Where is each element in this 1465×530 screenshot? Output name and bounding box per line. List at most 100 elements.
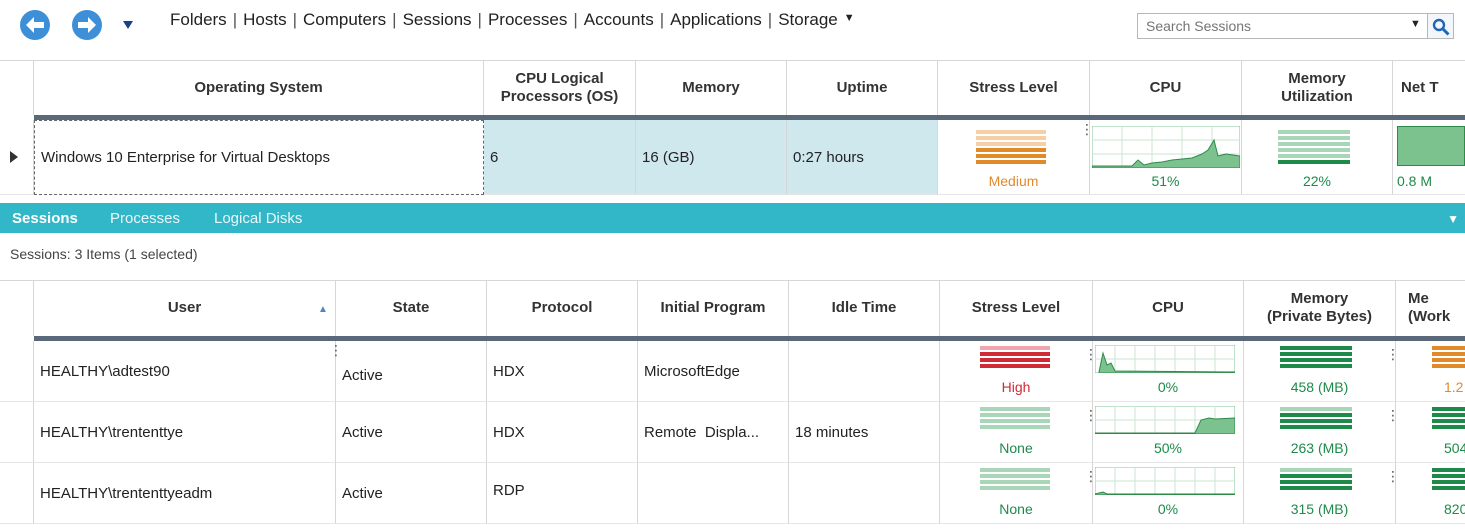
mem-util-meter bbox=[1278, 130, 1350, 166]
col-memory-private-line1: Memory bbox=[1290, 290, 1349, 307]
tab-processes[interactable]: Processes bbox=[110, 210, 180, 227]
kebab-icon[interactable]: ⋮ bbox=[1386, 347, 1395, 361]
tab-logical-disks[interactable]: Logical Disks bbox=[214, 210, 302, 227]
col-cpu[interactable]: CPU bbox=[1093, 280, 1244, 336]
col-memory-working-line2: (Work bbox=[1408, 308, 1451, 325]
sort-ascending-icon[interactable]: ▲ bbox=[318, 304, 328, 315]
mem-working-label: 504 bbox=[1444, 440, 1465, 456]
stress-cell[interactable]: ⋮ High bbox=[940, 341, 1093, 402]
menu-storage[interactable]: Storage bbox=[778, 10, 838, 30]
initial-program-cell[interactable] bbox=[638, 463, 789, 524]
kebab-icon[interactable]: ⋮ bbox=[1084, 469, 1092, 483]
mem-private-meter bbox=[1280, 407, 1352, 431]
menu-sessions[interactable]: Sessions bbox=[403, 10, 472, 30]
row-indicator[interactable] bbox=[0, 402, 34, 463]
mem-working-cell[interactable]: 1.2 bbox=[1396, 341, 1465, 402]
idle-time-cell[interactable]: 18 minutes bbox=[789, 402, 940, 463]
kebab-icon[interactable]: ⋮ bbox=[1238, 408, 1243, 422]
kebab-icon[interactable]: ⋮ bbox=[1386, 408, 1395, 422]
search-scope-dropdown-icon[interactable]: ▼ bbox=[1410, 18, 1421, 30]
stress-cell[interactable]: ⋮ None bbox=[940, 402, 1093, 463]
chevron-down-icon[interactable] bbox=[122, 20, 134, 30]
memory-cell[interactable]: 16 (GB) bbox=[636, 120, 787, 195]
user-cell[interactable]: HEALTHY\adtest90 bbox=[34, 341, 336, 402]
row-indicator[interactable] bbox=[0, 463, 34, 524]
menu-applications[interactable]: Applications bbox=[670, 10, 762, 30]
stress-cell[interactable]: ⋮ None bbox=[940, 463, 1093, 524]
col-stress-level[interactable]: Stress Level bbox=[938, 60, 1090, 115]
state-cell[interactable]: Active bbox=[336, 402, 487, 463]
menu-hosts[interactable]: Hosts bbox=[243, 10, 286, 30]
mem-working-cell[interactable]: 820 bbox=[1396, 463, 1465, 524]
stress-cell[interactable]: ⋮ Medium bbox=[938, 120, 1090, 195]
collapse-panel-icon[interactable]: ▼ bbox=[1447, 212, 1459, 226]
col-cpu-logical-processors[interactable]: CPU Logical Processors (OS) bbox=[484, 60, 636, 115]
col-memory[interactable]: Memory bbox=[636, 60, 787, 115]
menu-processes[interactable]: Processes bbox=[488, 10, 567, 30]
detail-tab-bar: Sessions Processes Logical Disks ▼ bbox=[0, 203, 1465, 233]
initial-program-cell[interactable]: MicrosoftEdge bbox=[638, 341, 789, 402]
storage-dropdown-icon[interactable]: ▼ bbox=[844, 12, 855, 24]
sessions-grid: User State Protocol Initial Program Idle… bbox=[0, 280, 1465, 530]
os-cell[interactable]: Windows 10 Enterprise for Virtual Deskto… bbox=[34, 120, 484, 195]
stress-label: Medium bbox=[988, 173, 1039, 189]
col-memory-working[interactable]: Me (Work bbox=[1396, 280, 1465, 336]
kebab-icon[interactable]: ⋮ bbox=[1386, 469, 1395, 483]
protocol-cell[interactable]: RDP bbox=[487, 463, 638, 524]
menu-accounts[interactable]: Accounts bbox=[584, 10, 654, 30]
stress-meter bbox=[976, 130, 1046, 166]
col-uptime[interactable]: Uptime bbox=[787, 60, 938, 115]
tab-sessions[interactable]: Sessions bbox=[12, 210, 78, 227]
mem-private-cell[interactable]: ⋮ 263 (MB) bbox=[1244, 402, 1396, 463]
forward-button[interactable] bbox=[72, 10, 102, 40]
mem-private-label: 263 (MB) bbox=[1290, 440, 1349, 456]
kebab-icon[interactable]: ⋮ bbox=[1238, 469, 1243, 483]
cpu-graph-cell[interactable]: 51% bbox=[1090, 120, 1242, 195]
search-button[interactable] bbox=[1427, 13, 1454, 39]
host-grid: Operating System CPU Logical Processors … bbox=[0, 60, 1465, 195]
mem-working-cell[interactable]: 504 bbox=[1396, 402, 1465, 463]
col-memory-utilization[interactable]: Memory Utilization bbox=[1242, 60, 1393, 115]
idle-time-cell[interactable] bbox=[789, 463, 940, 524]
menu-folders[interactable]: Folders bbox=[170, 10, 227, 30]
protocol-cell[interactable]: HDX bbox=[487, 341, 638, 402]
kebab-icon[interactable]: ⋮ bbox=[1080, 122, 1089, 136]
cpu-lp-cell[interactable]: 6 bbox=[484, 120, 636, 195]
col-initial-program[interactable]: Initial Program bbox=[638, 280, 789, 336]
search-input[interactable] bbox=[1138, 14, 1408, 38]
arrow-left-icon bbox=[26, 17, 44, 33]
mem-util-cell[interactable]: 22% bbox=[1242, 120, 1393, 195]
col-stress-level[interactable]: Stress Level bbox=[940, 280, 1093, 336]
col-user[interactable]: User bbox=[34, 280, 336, 336]
row-indicator[interactable] bbox=[0, 341, 34, 402]
user-cell[interactable]: HEALTHY\trententtyeadm bbox=[34, 463, 336, 524]
col-net[interactable]: Net T bbox=[1393, 60, 1465, 115]
uptime-cell[interactable]: 0:27 hours bbox=[787, 120, 938, 195]
col-operating-system[interactable]: Operating System bbox=[34, 60, 484, 115]
cpu-graph-cell[interactable]: ⋮ 50% bbox=[1093, 402, 1244, 463]
kebab-icon[interactable]: ⋮ bbox=[329, 343, 343, 357]
menu-computers[interactable]: Computers bbox=[303, 10, 386, 30]
kebab-icon[interactable]: ⋮ bbox=[1238, 347, 1243, 361]
col-memory-private[interactable]: Memory (Private Bytes) bbox=[1244, 280, 1396, 336]
protocol-cell[interactable]: HDX bbox=[487, 402, 638, 463]
net-cell[interactable]: 0.8 M bbox=[1393, 120, 1465, 195]
initial-program-cell[interactable]: Remote Displa... bbox=[638, 402, 789, 463]
kebab-icon[interactable]: ⋮ bbox=[1084, 347, 1092, 361]
idle-time-cell[interactable] bbox=[789, 341, 940, 402]
state-cell[interactable]: Active bbox=[336, 341, 487, 402]
back-button[interactable] bbox=[20, 10, 50, 40]
cpu-graph-cell[interactable]: ⋮ 0% bbox=[1093, 341, 1244, 402]
col-state[interactable]: State bbox=[336, 280, 487, 336]
state-cell[interactable]: Active bbox=[336, 463, 487, 524]
mem-private-cell[interactable]: ⋮ 315 (MB) bbox=[1244, 463, 1396, 524]
kebab-icon[interactable]: ⋮ bbox=[1084, 408, 1092, 422]
net-graph bbox=[1397, 126, 1465, 166]
cpu-graph-cell[interactable]: ⋮ 0% bbox=[1093, 463, 1244, 524]
row-expander[interactable] bbox=[0, 120, 34, 195]
user-cell[interactable]: HEALTHY\trententtye bbox=[34, 402, 336, 463]
mem-private-cell[interactable]: ⋮ 458 (MB) bbox=[1244, 341, 1396, 402]
col-protocol[interactable]: Protocol bbox=[487, 280, 638, 336]
col-cpu[interactable]: CPU bbox=[1090, 60, 1242, 115]
col-idle-time[interactable]: Idle Time bbox=[789, 280, 940, 336]
